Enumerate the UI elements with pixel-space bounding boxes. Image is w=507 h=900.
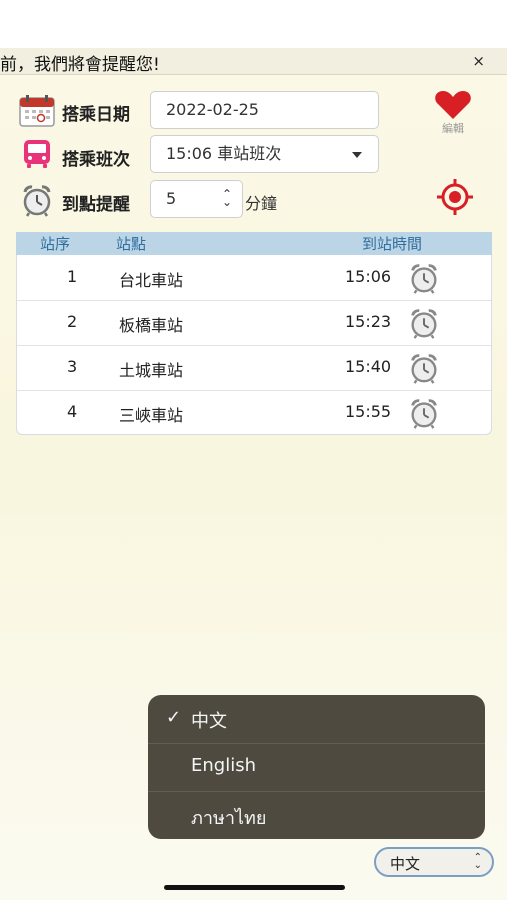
banner-close-button[interactable]: × bbox=[472, 52, 485, 70]
row-time: 15:55 bbox=[345, 402, 392, 421]
station-table: 1 台北車站 15:06 2 板橋車站 15:23 3 土城車站 15:40 4… bbox=[16, 255, 492, 435]
date-label: 搭乘日期 bbox=[62, 105, 130, 125]
header-seq: 站序 bbox=[40, 235, 71, 253]
station-table-header: 站序 站點 到站時間 bbox=[16, 232, 492, 255]
language-option-label: ภาษาไทย bbox=[191, 808, 267, 829]
row-seq: 2 bbox=[67, 312, 78, 331]
language-option-label: 中文 bbox=[191, 711, 227, 732]
date-value: 2022-02-25 bbox=[166, 100, 259, 119]
trip-label: 搭乘班次 bbox=[62, 150, 130, 170]
language-option-chinese[interactable]: ✓ 中文 bbox=[148, 695, 485, 744]
language-option-label: English bbox=[191, 755, 256, 776]
language-option-english[interactable]: English bbox=[148, 743, 485, 792]
up-down-chevron-icon: ⌃ ⌄ bbox=[473, 852, 482, 871]
chevron-down-icon bbox=[352, 152, 362, 158]
row-station: 板橋車站 bbox=[119, 316, 184, 335]
row-station: 土城車站 bbox=[119, 361, 184, 380]
edit-favorite-button[interactable]: 編輯 bbox=[432, 90, 474, 138]
table-row: 1 台北車站 15:06 bbox=[17, 255, 491, 301]
row-station: 台北車站 bbox=[119, 271, 184, 290]
checkmark-icon: ✓ bbox=[166, 707, 182, 728]
alarm-clock-icon[interactable] bbox=[406, 351, 442, 389]
alarm-clock-icon[interactable] bbox=[406, 306, 442, 344]
bus-icon bbox=[21, 138, 53, 174]
reminder-label: 到點提醒 bbox=[62, 195, 130, 215]
header-station: 站點 bbox=[116, 235, 147, 253]
home-indicator bbox=[164, 885, 345, 890]
trip-select[interactable]: 15:06 車站班次 bbox=[150, 135, 379, 173]
reminder-minutes-select[interactable]: 5 ⌃ ⌄ bbox=[150, 180, 243, 218]
reminder-value: 5 bbox=[166, 189, 177, 208]
row-time: 15:06 bbox=[345, 267, 392, 286]
up-down-chevron-icon: ⌃ ⌄ bbox=[221, 187, 232, 209]
header-arrival-time: 到站時間 bbox=[362, 235, 423, 253]
language-option-thai[interactable]: ภาษาไทย bbox=[148, 791, 485, 839]
locate-target-icon[interactable] bbox=[436, 178, 474, 220]
banner-text: 前，我們將會提醒您! bbox=[0, 55, 160, 75]
calendar-icon bbox=[19, 95, 55, 131]
table-row: 2 板橋車站 15:23 bbox=[17, 300, 491, 346]
alarm-clock-icon[interactable] bbox=[406, 261, 442, 299]
row-seq: 1 bbox=[67, 267, 78, 286]
alarm-clock-icon[interactable] bbox=[406, 396, 442, 434]
language-select-value: 中文 bbox=[390, 855, 421, 873]
row-time: 15:40 bbox=[345, 357, 392, 376]
table-row: 4 三峽車站 15:55 bbox=[17, 390, 491, 435]
row-station: 三峽車站 bbox=[119, 406, 184, 425]
language-menu: ✓ 中文 English ภาษาไทย bbox=[148, 695, 485, 839]
row-time: 15:23 bbox=[345, 312, 392, 331]
language-select[interactable]: 中文 ⌃ ⌄ bbox=[374, 847, 494, 877]
reminder-banner: 前，我們將會提醒您! × bbox=[0, 48, 507, 75]
alarm-clock-icon bbox=[19, 182, 55, 222]
reminder-unit: 分鐘 bbox=[245, 194, 278, 213]
row-seq: 3 bbox=[67, 357, 78, 376]
date-field[interactable]: 2022-02-25 bbox=[150, 91, 379, 129]
trip-value: 15:06 車站班次 bbox=[166, 144, 282, 163]
row-seq: 4 bbox=[67, 402, 78, 421]
table-row: 3 土城車站 15:40 bbox=[17, 345, 491, 391]
